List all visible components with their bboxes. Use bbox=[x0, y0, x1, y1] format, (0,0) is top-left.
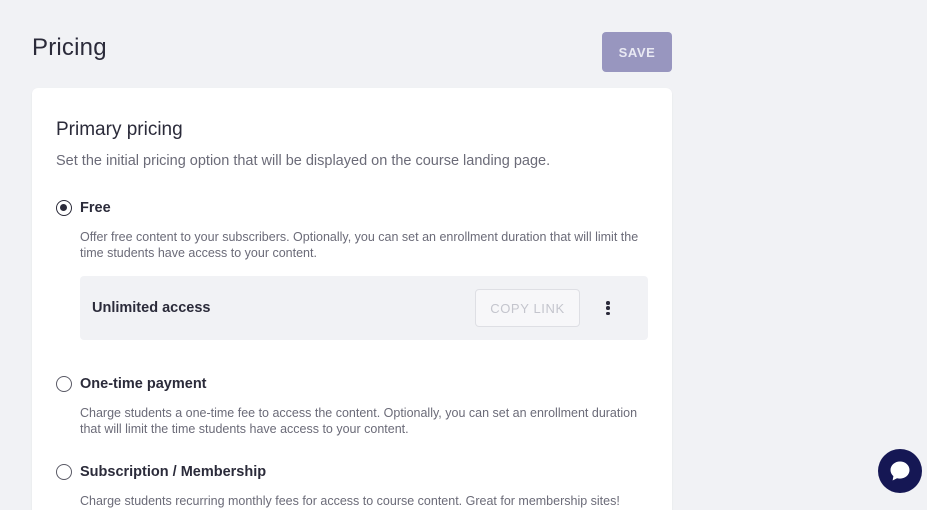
subscription-description: Charge students recurring monthly fees f… bbox=[80, 494, 620, 508]
unlimited-access-label: Unlimited access bbox=[92, 300, 211, 316]
card-subtitle: Set the initial pricing option that will… bbox=[56, 153, 551, 169]
free-description: Offer free content to your subscribers. … bbox=[80, 230, 639, 260]
subscription-label[interactable]: Subscription / Membership bbox=[80, 464, 266, 480]
access-panel: Unlimited access COPY LINK bbox=[80, 276, 648, 340]
primary-pricing-card: Primary pricing Set the initial pricing … bbox=[32, 88, 672, 510]
one-time-radio[interactable] bbox=[56, 376, 72, 392]
one-time-description: Charge students a one-time fee to access… bbox=[80, 406, 638, 436]
chat-button[interactable] bbox=[878, 449, 922, 493]
chat-bubble-icon bbox=[890, 461, 910, 481]
copy-link-button[interactable]: COPY LINK bbox=[475, 289, 580, 327]
subscription-radio[interactable] bbox=[56, 464, 72, 480]
more-vertical-icon[interactable] bbox=[600, 298, 616, 318]
free-radio[interactable] bbox=[56, 200, 72, 216]
card-title: Primary pricing bbox=[56, 119, 183, 140]
one-time-label[interactable]: One-time payment bbox=[80, 376, 207, 392]
free-label[interactable]: Free bbox=[80, 200, 111, 216]
page-title: Pricing bbox=[32, 34, 107, 61]
save-button[interactable]: SAVE bbox=[602, 32, 672, 72]
